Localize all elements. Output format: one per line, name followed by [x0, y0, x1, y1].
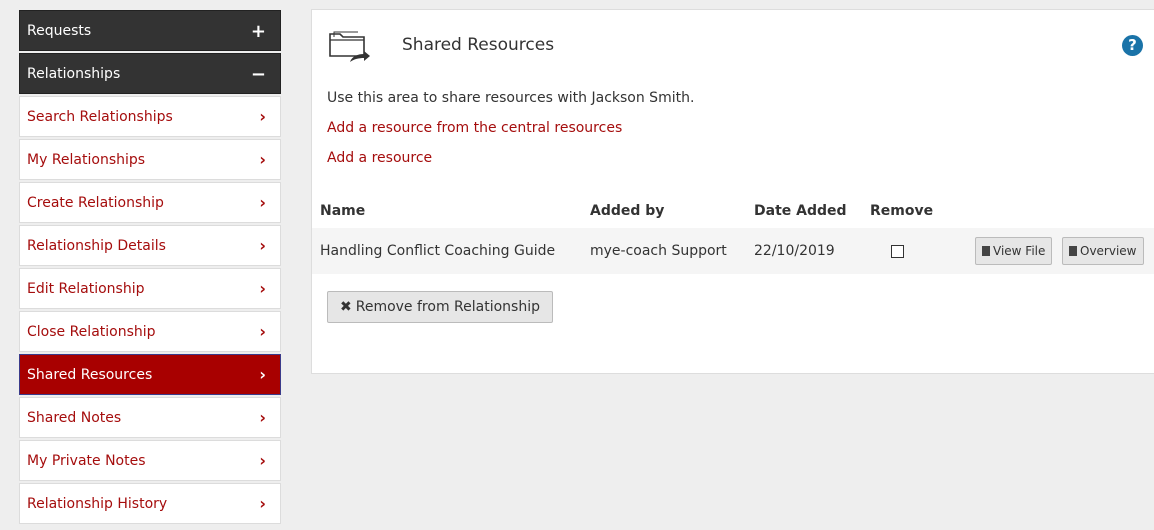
sidebar-item-edit-relationship[interactable]: Edit Relationship ›	[19, 268, 281, 309]
remove-checkbox[interactable]	[891, 245, 904, 258]
overview-label: Overview	[1080, 244, 1137, 258]
add-resource-link[interactable]: Add a resource	[327, 150, 432, 166]
folder-share-icon	[329, 31, 370, 62]
plus-icon: +	[250, 21, 266, 42]
date-added: 22/10/2019	[754, 243, 835, 259]
resource-name: Handling Conflict Coaching Guide	[320, 243, 556, 259]
sidebar-item-label: My Private Notes	[27, 453, 146, 469]
page-title: Shared Resources	[402, 35, 555, 55]
sidebar-item-close-relationship[interactable]: Close Relationship ›	[19, 311, 281, 352]
chevron-right-icon: ›	[259, 408, 266, 427]
overview-button[interactable]: Overview	[1062, 237, 1144, 265]
sidebar-item-my-relationships[interactable]: My Relationships ›	[19, 139, 281, 180]
sidebar-group-label: Relationships	[27, 66, 121, 82]
column-header-name: Name	[320, 203, 366, 219]
document-icon	[982, 246, 990, 256]
chevron-right-icon: ›	[259, 451, 266, 470]
chevron-right-icon: ›	[259, 322, 266, 341]
chevron-right-icon: ›	[259, 494, 266, 513]
remove-button-label: Remove from Relationship	[355, 299, 540, 315]
sidebar-item-label: Create Relationship	[27, 195, 164, 211]
sidebar-item-label: Shared Notes	[27, 410, 122, 426]
added-by: mye-coach Support	[590, 243, 727, 259]
sidebar-item-shared-notes[interactable]: Shared Notes ›	[19, 397, 281, 438]
column-header-remove: Remove	[870, 203, 934, 219]
sidebar-item-shared-resources[interactable]: Shared Resources ›	[19, 354, 281, 395]
chevron-right-icon: ›	[259, 279, 266, 298]
intro-text: Use this area to share resources with Ja…	[327, 90, 695, 106]
sidebar-item-search-relationships[interactable]: Search Relationships ›	[19, 96, 281, 137]
sidebar-item-my-private-notes[interactable]: My Private Notes ›	[19, 440, 281, 481]
sidebar-item-label: Shared Resources	[27, 367, 153, 383]
sidebar-item-label: Search Relationships	[27, 109, 173, 125]
view-file-label: View File	[993, 244, 1046, 258]
view-file-button[interactable]: View File	[975, 237, 1053, 265]
sidebar-item-label: My Relationships	[27, 152, 146, 168]
sidebar-item-label: Close Relationship	[27, 324, 156, 340]
sidebar-item-label: Relationship History	[27, 496, 168, 512]
sidebar-group-label: Requests	[27, 23, 92, 39]
column-header-date-added: Date Added	[754, 203, 847, 219]
sidebar-group-relationships[interactable]: Relationships −	[19, 53, 281, 94]
sidebar-item-create-relationship[interactable]: Create Relationship ›	[19, 182, 281, 223]
remove-from-relationship-button[interactable]: ✖ Remove from Relationship	[327, 291, 553, 323]
sidebar-item-relationship-history[interactable]: Relationship History ›	[19, 483, 281, 524]
shared-resources-panel: Shared Resources ? Use this area to shar…	[311, 9, 1154, 374]
add-central-resource-link[interactable]: Add a resource from the central resource…	[327, 120, 622, 136]
help-icon[interactable]: ?	[1122, 35, 1143, 56]
chevron-right-icon: ›	[259, 150, 266, 169]
chevron-right-icon: ›	[259, 365, 266, 384]
table-row: Handling Conflict Coaching Guide mye-coa…	[312, 228, 1154, 274]
document-icon	[1069, 246, 1077, 256]
close-icon: ✖	[340, 299, 352, 315]
sidebar-group-requests[interactable]: Requests +	[19, 10, 281, 51]
sidebar: Requests + Relationships − Search Relati…	[19, 10, 281, 526]
sidebar-item-relationship-details[interactable]: Relationship Details ›	[19, 225, 281, 266]
sidebar-item-label: Relationship Details	[27, 238, 166, 254]
column-header-added-by: Added by	[590, 203, 665, 219]
sidebar-item-label: Edit Relationship	[27, 281, 145, 297]
minus-icon: −	[250, 64, 266, 85]
chevron-right-icon: ›	[259, 107, 266, 126]
chevron-right-icon: ›	[259, 193, 266, 212]
chevron-right-icon: ›	[259, 236, 266, 255]
